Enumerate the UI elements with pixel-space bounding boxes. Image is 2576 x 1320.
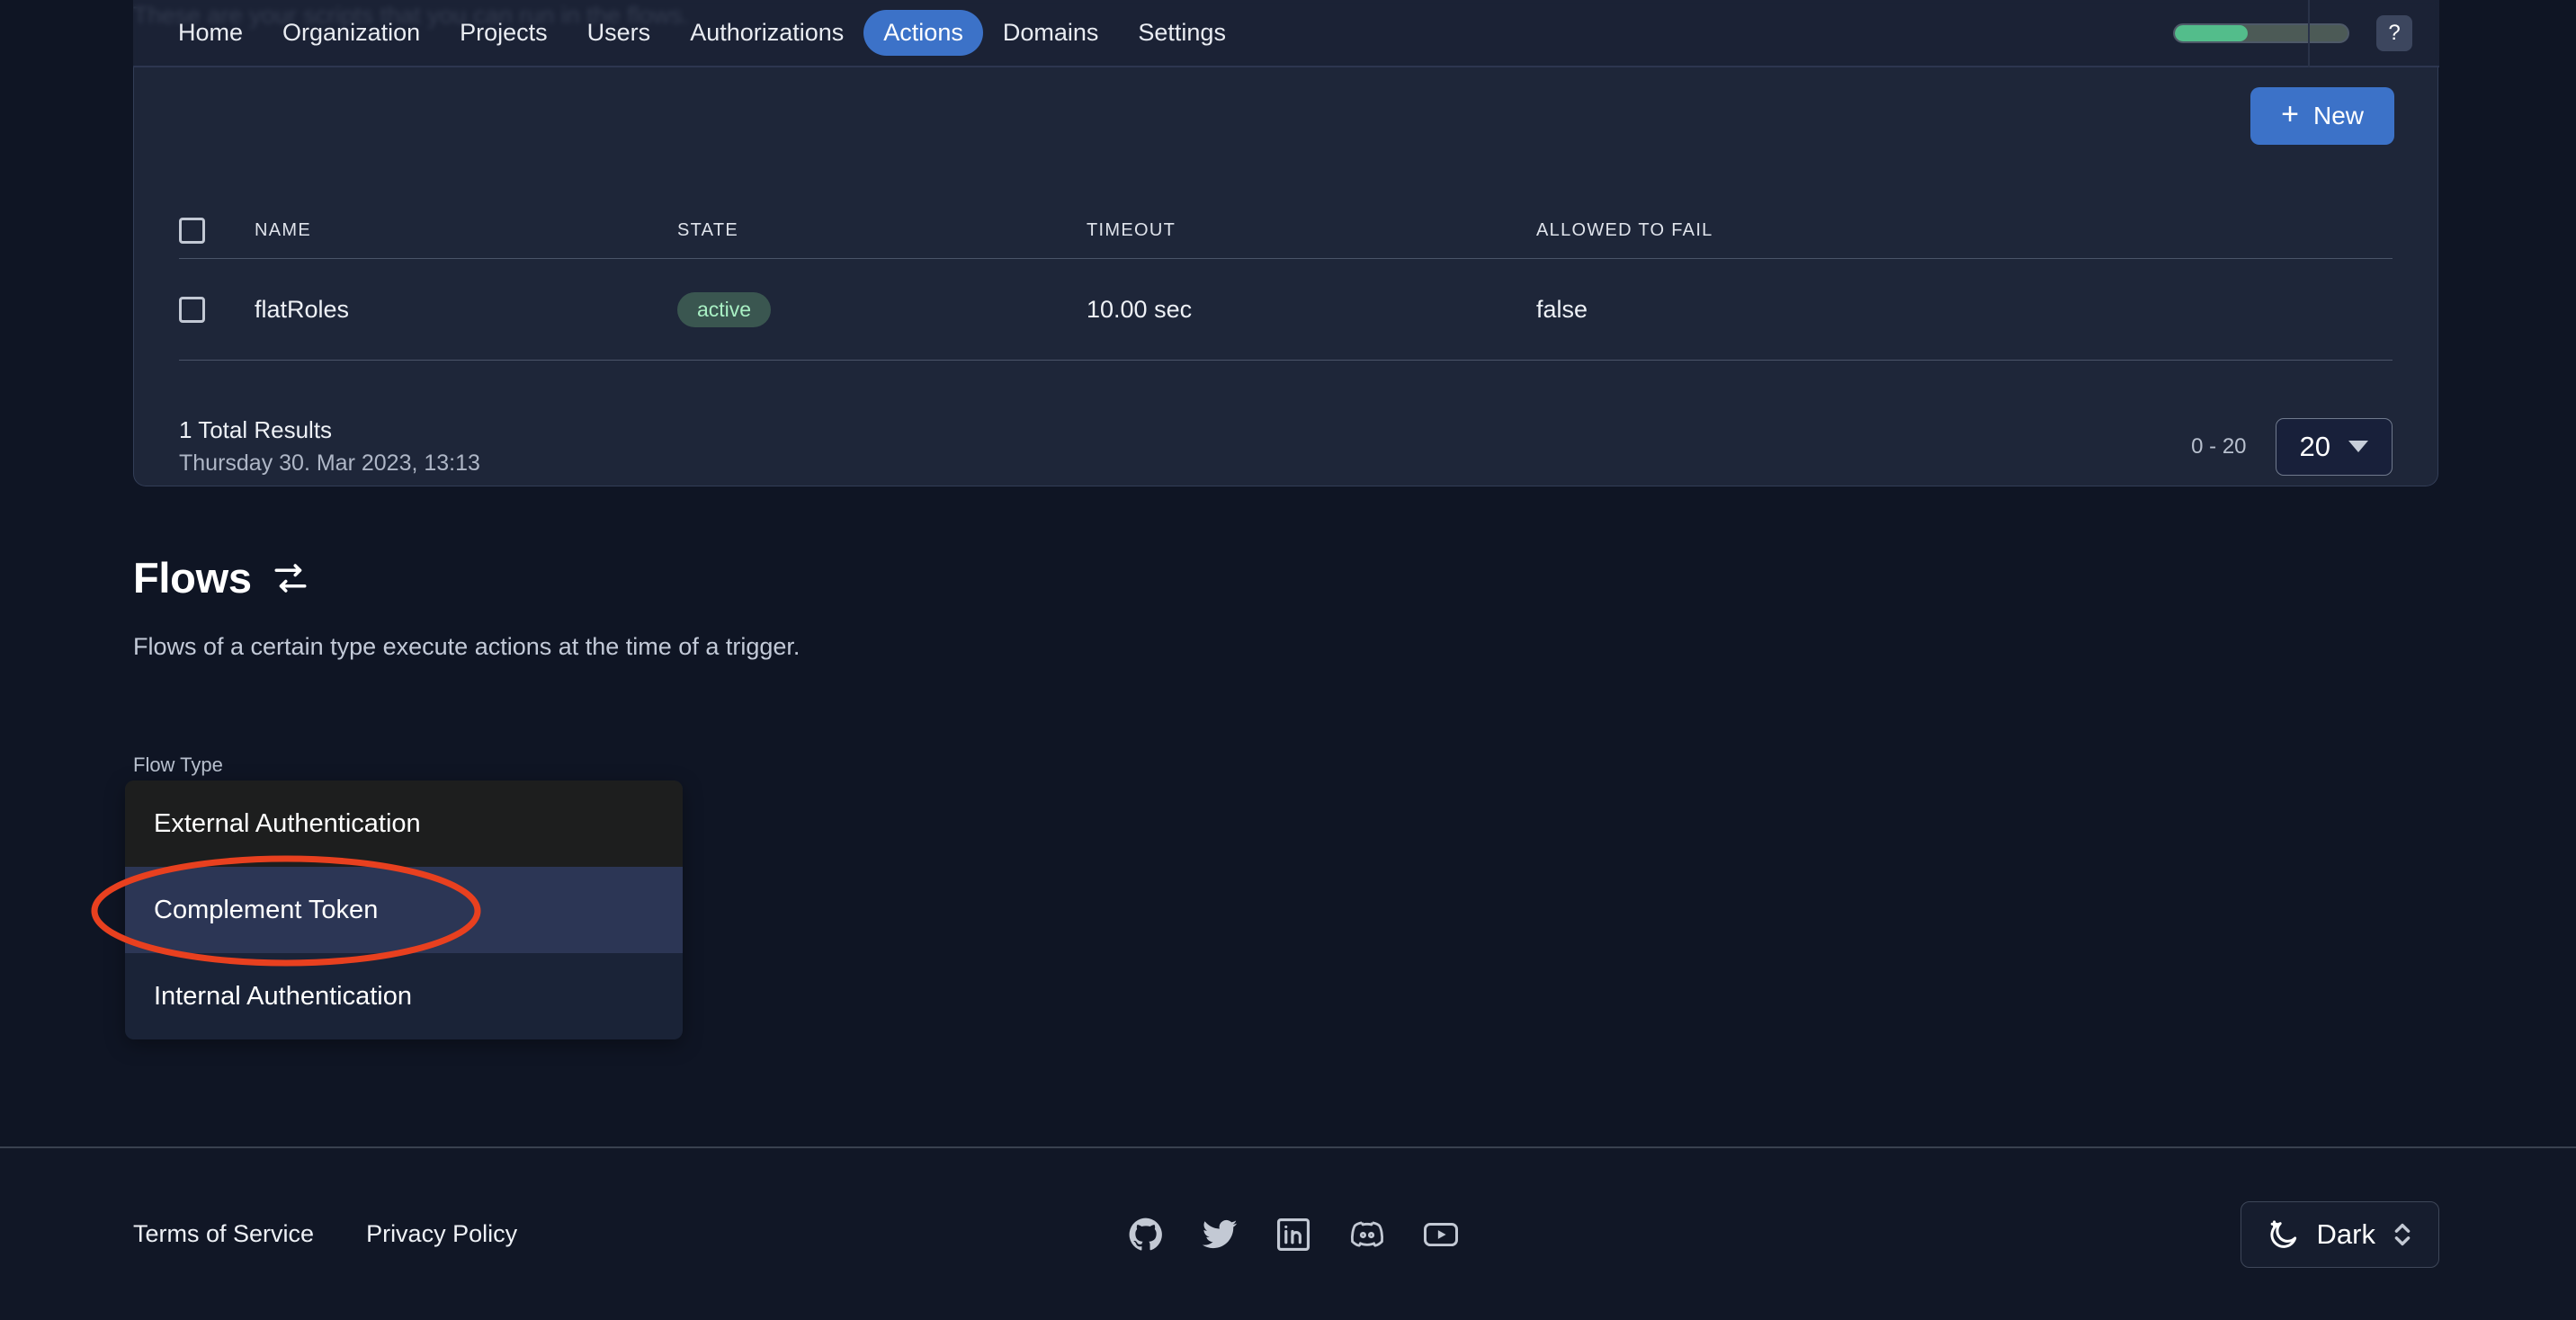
chevron-down-icon bbox=[2348, 441, 2368, 452]
moon-icon bbox=[2270, 1219, 2296, 1248]
status-badge: active bbox=[677, 291, 772, 327]
new-action-button[interactable]: + New bbox=[2250, 87, 2394, 145]
flows-title-row: Flows bbox=[133, 553, 2382, 602]
card-toolbar: + New bbox=[2250, 87, 2394, 145]
cell-state: active bbox=[677, 291, 1087, 327]
column-header-timeout: TIMEOUT bbox=[1087, 219, 1176, 240]
twitter-icon[interactable] bbox=[1201, 1216, 1239, 1253]
plus-icon: + bbox=[2281, 97, 2299, 131]
nav-item-domains[interactable]: Domains bbox=[983, 10, 1119, 56]
row-select-cell bbox=[179, 296, 255, 323]
flows-description: Flows of a certain type execute actions … bbox=[133, 633, 801, 660]
row-checkbox[interactable] bbox=[179, 296, 205, 323]
nav-item-authorizations[interactable]: Authorizations bbox=[670, 10, 863, 56]
table-header-row: NAME STATE TIMEOUT ALLOWED TO FAIL bbox=[134, 202, 2437, 258]
nav-item-home[interactable]: Home bbox=[158, 10, 263, 56]
privacy-policy-link[interactable]: Privacy Policy bbox=[366, 1220, 517, 1248]
new-action-button-label: New bbox=[2312, 102, 2364, 129]
column-header-allowed-to-fail: ALLOWED TO FAIL bbox=[1536, 219, 1713, 240]
flow-type-option-internal-authentication[interactable]: Internal Authentication bbox=[125, 953, 683, 1039]
theme-label: Dark bbox=[2316, 1217, 2375, 1250]
timestamp: Thursday 30. Mar 2023, 13:13 bbox=[179, 450, 480, 476]
total-results: 1 Total Results bbox=[179, 416, 333, 443]
nav-item-projects[interactable]: Projects bbox=[440, 10, 568, 56]
terms-of-service-link[interactable]: Terms of Service bbox=[133, 1220, 314, 1248]
actions-card: + New NAME STATE TIMEOUT ALLOWED TO FAIL… bbox=[133, 67, 2438, 486]
linkedin-icon[interactable] bbox=[1275, 1216, 1312, 1253]
youtube-icon[interactable] bbox=[1422, 1216, 1460, 1253]
select-all-cell bbox=[179, 217, 255, 244]
totals-block: 1 Total Results Thursday 30. Mar 2023, 1… bbox=[179, 416, 480, 477]
cell-timeout: 10.00 sec bbox=[1087, 295, 1193, 323]
nav-item-actions[interactable]: Actions bbox=[863, 10, 983, 56]
nav-item-users[interactable]: Users bbox=[568, 10, 671, 56]
flow-type-dropdown[interactable]: External Authentication Complement Token I… bbox=[125, 780, 683, 1039]
page-title: Flows bbox=[133, 554, 252, 602]
column-header-state: STATE bbox=[677, 219, 738, 240]
discord-icon[interactable] bbox=[1348, 1216, 1386, 1253]
cell-name: flatRoles bbox=[255, 295, 350, 323]
github-icon[interactable] bbox=[1127, 1216, 1165, 1253]
cell-allowed-to-fail: false bbox=[1536, 295, 1588, 323]
page-footer: Terms of Service Privacy Policy Dark bbox=[0, 1148, 2576, 1320]
top-navigation: Home Organization Projects Users Authorizati… bbox=[133, 0, 2439, 67]
table-row[interactable]: flatRoles active 10.00 sec false bbox=[134, 259, 2437, 360]
setup-progress-fill bbox=[2175, 24, 2248, 41]
chevron-up-down-icon bbox=[2394, 1223, 2411, 1245]
table-row-divider bbox=[179, 360, 2393, 361]
theme-selector[interactable]: Dark bbox=[2240, 1200, 2439, 1268]
flow-type-option-complement-token[interactable]: Complement Token bbox=[125, 867, 683, 953]
swap-arrows-icon bbox=[274, 563, 307, 593]
column-header-name: NAME bbox=[255, 219, 311, 240]
actions-table: NAME STATE TIMEOUT ALLOWED TO FAIL flatR… bbox=[134, 202, 2437, 361]
setup-progress-bar bbox=[2173, 22, 2349, 43]
flow-type-label: Flow Type bbox=[133, 754, 223, 776]
footer-links: Terms of Service Privacy Policy bbox=[133, 1220, 517, 1248]
app-root: These are your scripts that you can run … bbox=[0, 0, 2576, 1320]
page-size-value: 20 bbox=[2299, 430, 2330, 462]
page-range: 0 - 20 bbox=[2191, 433, 2247, 459]
nav-items: Home Organization Projects Users Authorizati… bbox=[158, 10, 1246, 56]
pagination: 0 - 20 20 bbox=[2191, 417, 2393, 476]
nav-right-divider bbox=[2308, 0, 2310, 67]
table-footer: 1 Total Results Thursday 30. Mar 2023, 1… bbox=[134, 416, 2437, 477]
nav-item-settings[interactable]: Settings bbox=[1118, 10, 1246, 56]
help-button[interactable]: ? bbox=[2376, 14, 2412, 51]
flows-section: Flows Flows of a certain type execute ac… bbox=[133, 553, 2382, 661]
select-all-checkbox[interactable] bbox=[179, 217, 205, 244]
social-links bbox=[1127, 1216, 1460, 1253]
page-size-select[interactable]: 20 bbox=[2275, 417, 2393, 476]
nav-item-organization[interactable]: Organization bbox=[263, 10, 440, 56]
flow-type-option-external-authentication[interactable]: External Authentication bbox=[125, 780, 683, 867]
nav-right-tools: ? bbox=[2173, 14, 2412, 51]
